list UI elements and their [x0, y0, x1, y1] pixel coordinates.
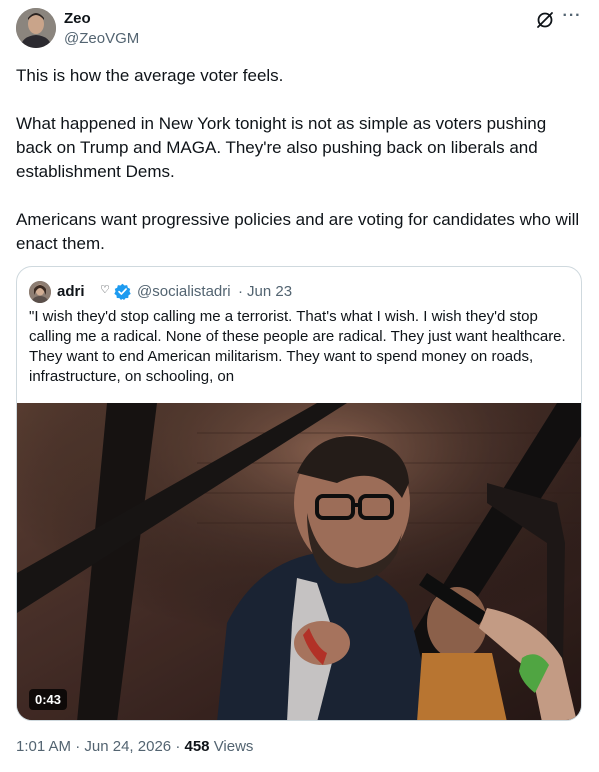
tweet-metadata: 1:01 AM · Jun 24, 2026 · 458 Views — [16, 738, 253, 755]
post-time[interactable]: 1:01 AM — [16, 738, 71, 755]
video-player[interactable]: 0:43 — [17, 403, 581, 720]
quoted-display-name[interactable]: adri — [57, 283, 85, 300]
heart-emoji: ♡ — [100, 284, 110, 296]
separator-dot: · — [175, 738, 181, 755]
post-date[interactable]: Jun 24, 2026 — [84, 738, 171, 755]
quoted-handle[interactable]: @socialistadri — [137, 283, 231, 300]
tweet-paragraph: Americans want progressive policies and … — [16, 210, 580, 253]
verified-badge-icon — [114, 283, 131, 300]
tweet-header: Zeo @ZeoVGM ··· — [16, 8, 583, 52]
video-duration: 0:43 — [29, 689, 68, 710]
quoted-author-avatar[interactable] — [29, 281, 51, 303]
quoted-date[interactable]: Jun 23 — [247, 283, 292, 300]
author-avatar[interactable] — [16, 8, 56, 48]
views-count: 458 — [184, 738, 210, 755]
video-thumbnail — [17, 403, 581, 720]
author-handle[interactable]: @ZeoVGM — [64, 30, 139, 47]
more-options-icon[interactable]: ··· — [561, 8, 583, 30]
quoted-tweet-text: "I wish they'd stop calling me a terrori… — [29, 308, 566, 385]
tweet-paragraph: This is how the average voter feels. — [16, 66, 284, 85]
quoted-tweet-card[interactable]: adri ♡ @socialistadri · Jun 23 "I wish t… — [16, 266, 582, 721]
author-display-name[interactable]: Zeo — [64, 10, 91, 27]
tweet-paragraph: What happened in New York tonight is not… — [16, 114, 547, 181]
tweet-body: This is how the average voter feels. Wha… — [16, 64, 583, 256]
grok-icon[interactable] — [535, 10, 555, 30]
separator-dot: · — [238, 283, 243, 300]
quoted-tweet-header: adri ♡ @socialistadri · Jun 23 — [29, 279, 569, 303]
separator-dot: · — [75, 738, 81, 755]
views-label: Views — [213, 738, 254, 755]
